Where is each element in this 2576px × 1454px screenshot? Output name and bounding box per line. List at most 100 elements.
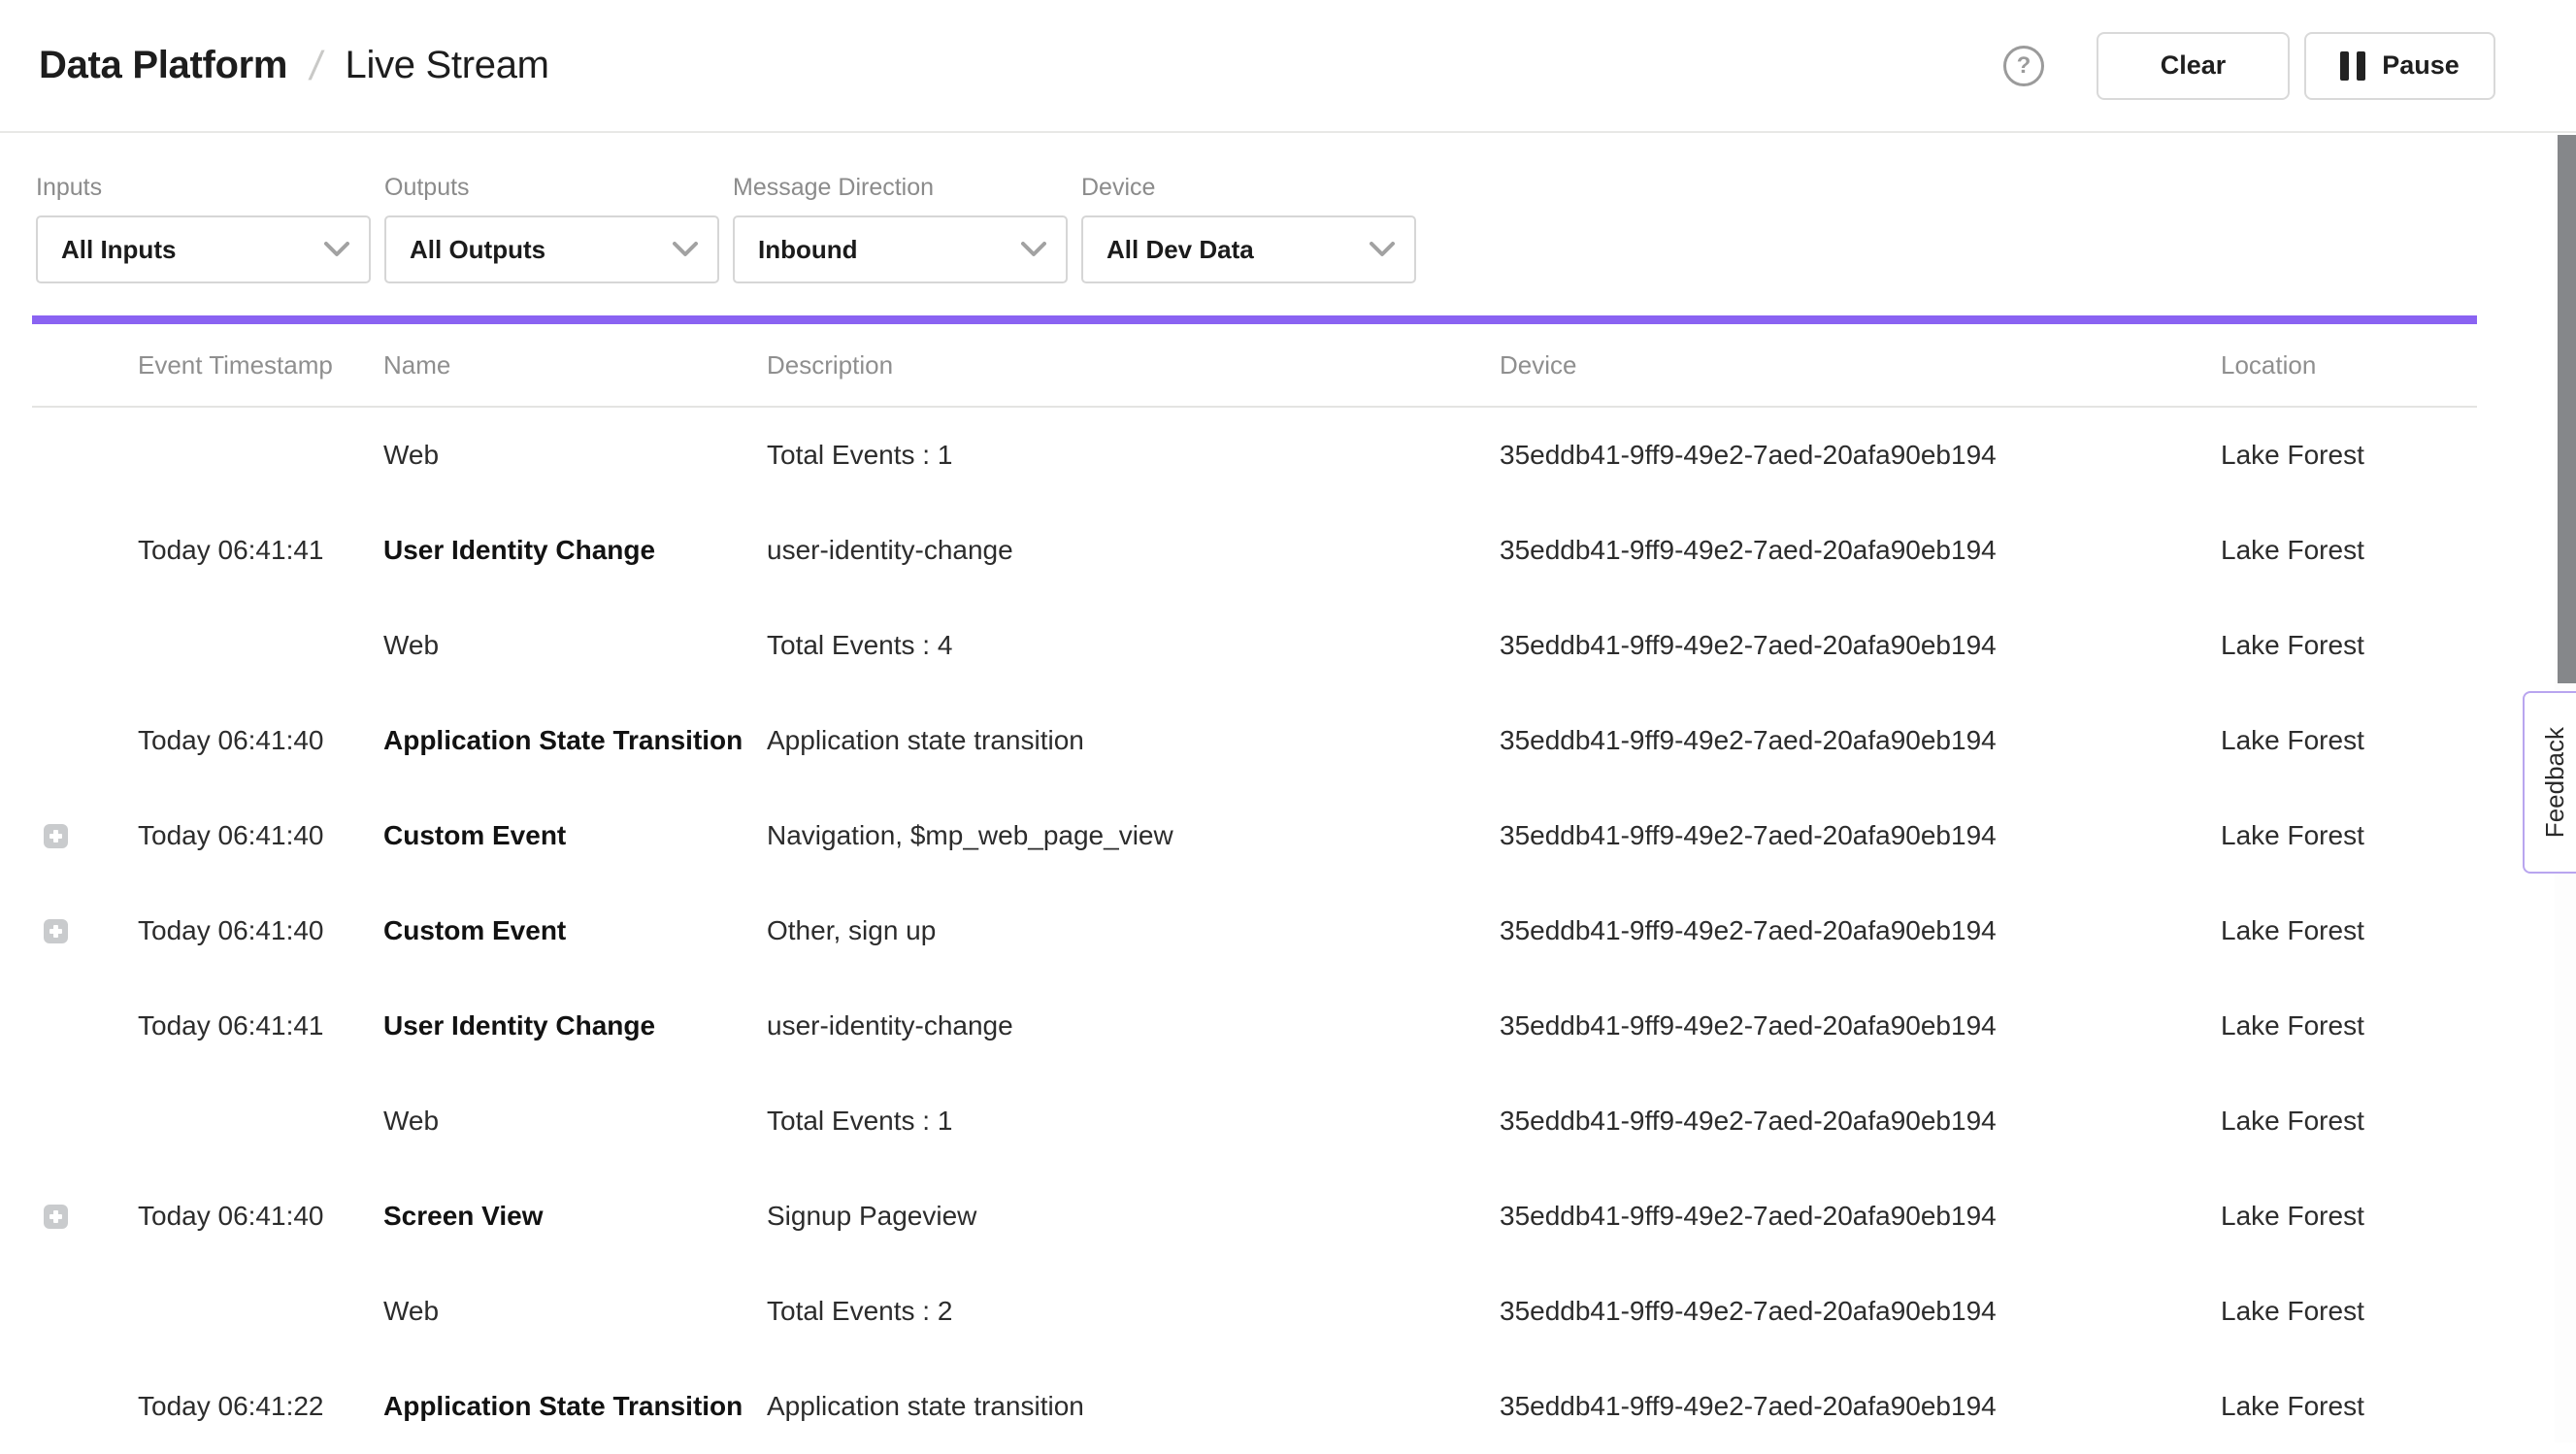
filter-group-inputs: Inputs All Inputs bbox=[36, 174, 371, 283]
expand-cell bbox=[32, 824, 107, 848]
pause-button-label: Pause bbox=[2382, 50, 2460, 81]
table-row[interactable]: Today 06:41:41 User Identity Change user… bbox=[32, 978, 2477, 1074]
breadcrumb-section[interactable]: Data Platform bbox=[39, 44, 287, 87]
message-direction-filter-label: Message Direction bbox=[733, 174, 1068, 202]
expand-cell bbox=[32, 1300, 107, 1324]
filter-group-outputs: Outputs All Outputs bbox=[384, 174, 719, 283]
location-cell: Lake Forest bbox=[2221, 820, 2477, 851]
pause-button[interactable]: Pause bbox=[2304, 32, 2495, 100]
table-row[interactable]: Web Total Events : 1 35eddb41-9ff9-49e2-… bbox=[32, 408, 2477, 503]
event-description-cell: Application state transition bbox=[767, 725, 1500, 756]
filters-bar: Inputs All Inputs Outputs All Outputs Me… bbox=[0, 133, 2576, 283]
location-cell: Lake Forest bbox=[2221, 1201, 2477, 1232]
message-direction-select[interactable]: Inbound bbox=[733, 215, 1068, 283]
device-id-cell: 35eddb41-9ff9-49e2-7aed-20afa90eb194 bbox=[1500, 1201, 2221, 1232]
event-description-cell: Total Events : 1 bbox=[767, 1106, 1500, 1137]
event-timestamp-cell: Today 06:41:40 bbox=[107, 725, 383, 756]
table-row[interactable]: Today 06:41:41 User Identity Change user… bbox=[32, 503, 2477, 598]
event-timestamp-cell: Today 06:41:41 bbox=[107, 535, 383, 566]
column-header-event-timestamp: Event Timestamp bbox=[107, 350, 383, 380]
event-timestamp-cell: Today 06:41:40 bbox=[107, 915, 383, 946]
event-description-cell: Total Events : 2 bbox=[767, 1296, 1500, 1327]
inputs-select[interactable]: All Inputs bbox=[36, 215, 371, 283]
table-row[interactable]: Today 06:41:40 Custom Event Other, sign … bbox=[32, 883, 2477, 978]
device-id-cell: 35eddb41-9ff9-49e2-7aed-20afa90eb194 bbox=[1500, 1391, 2221, 1422]
feedback-tab[interactable]: Feedback bbox=[2523, 691, 2576, 874]
clear-button[interactable]: Clear bbox=[2097, 32, 2290, 100]
column-header-device: Device bbox=[1500, 350, 2221, 380]
device-select[interactable]: All Dev Data bbox=[1081, 215, 1416, 283]
table-row[interactable]: Today 06:41:40 Custom Event Navigation, … bbox=[32, 788, 2477, 883]
event-description-cell: Total Events : 4 bbox=[767, 630, 1500, 661]
event-timestamp-cell: Today 06:41:41 bbox=[107, 1010, 383, 1041]
table-row[interactable]: Today 06:41:22 Application State Transit… bbox=[32, 1359, 2477, 1454]
pause-icon bbox=[2340, 51, 2365, 81]
device-id-cell: 35eddb41-9ff9-49e2-7aed-20afa90eb194 bbox=[1500, 535, 2221, 566]
device-id-cell: 35eddb41-9ff9-49e2-7aed-20afa90eb194 bbox=[1500, 440, 2221, 471]
table-row[interactable]: Today 06:41:40 Application State Transit… bbox=[32, 693, 2477, 788]
event-name-cell: User Identity Change bbox=[383, 535, 767, 566]
chevron-down-icon bbox=[1370, 242, 1395, 257]
chevron-down-icon bbox=[1021, 242, 1046, 257]
location-cell: Lake Forest bbox=[2221, 915, 2477, 946]
table-row[interactable]: Web Total Events : 4 35eddb41-9ff9-49e2-… bbox=[32, 598, 2477, 693]
event-description-cell: Navigation, $mp_web_page_view bbox=[767, 820, 1500, 851]
outputs-select[interactable]: All Outputs bbox=[384, 215, 719, 283]
event-name-cell: Application State Transition bbox=[383, 1391, 767, 1422]
breadcrumb-separator: / bbox=[307, 43, 326, 89]
device-id-cell: 35eddb41-9ff9-49e2-7aed-20afa90eb194 bbox=[1500, 915, 2221, 946]
location-cell: Lake Forest bbox=[2221, 1296, 2477, 1327]
event-description-cell: Total Events : 1 bbox=[767, 440, 1500, 471]
outputs-filter-label: Outputs bbox=[384, 174, 719, 202]
event-name-cell: User Identity Change bbox=[383, 1010, 767, 1041]
device-id-cell: 35eddb41-9ff9-49e2-7aed-20afa90eb194 bbox=[1500, 725, 2221, 756]
device-filter-label: Device bbox=[1081, 174, 1416, 202]
event-description-cell: user-identity-change bbox=[767, 1010, 1500, 1041]
chevron-down-icon bbox=[324, 242, 349, 257]
device-id-cell: 35eddb41-9ff9-49e2-7aed-20afa90eb194 bbox=[1500, 1106, 2221, 1137]
event-name-cell: Web bbox=[383, 1106, 767, 1137]
device-id-cell: 35eddb41-9ff9-49e2-7aed-20afa90eb194 bbox=[1500, 820, 2221, 851]
event-timestamp-cell: Today 06:41:40 bbox=[107, 1201, 383, 1232]
location-cell: Lake Forest bbox=[2221, 535, 2477, 566]
expand-plus-icon[interactable] bbox=[44, 1205, 68, 1229]
table-row[interactable]: Web Total Events : 2 35eddb41-9ff9-49e2-… bbox=[32, 1264, 2477, 1359]
expand-cell bbox=[32, 729, 107, 753]
top-bar: Data Platform / Live Stream ? Clear Paus… bbox=[0, 0, 2576, 133]
expand-plus-icon[interactable] bbox=[44, 919, 68, 943]
table-row[interactable]: Web Total Events : 1 35eddb41-9ff9-49e2-… bbox=[32, 1074, 2477, 1169]
table-row[interactable]: Today 06:41:40 Screen View Signup Pagevi… bbox=[32, 1169, 2477, 1264]
table-header-row: Event Timestamp Name Description Device … bbox=[32, 324, 2477, 408]
accent-bar bbox=[32, 315, 2477, 324]
device-id-cell: 35eddb41-9ff9-49e2-7aed-20afa90eb194 bbox=[1500, 1010, 2221, 1041]
expand-cell bbox=[32, 444, 107, 468]
scrollbar-thumb[interactable] bbox=[2558, 135, 2576, 683]
expand-cell bbox=[32, 634, 107, 658]
expand-cell bbox=[32, 1109, 107, 1134]
event-name-cell: Custom Event bbox=[383, 820, 767, 851]
inputs-select-value: All Inputs bbox=[61, 235, 176, 265]
event-description-cell: Other, sign up bbox=[767, 915, 1500, 946]
expand-plus-icon[interactable] bbox=[44, 824, 68, 848]
filter-group-message-direction: Message Direction Inbound bbox=[733, 174, 1068, 283]
location-cell: Lake Forest bbox=[2221, 630, 2477, 661]
live-stream-table: Event Timestamp Name Description Device … bbox=[32, 324, 2477, 1454]
table-body: Web Total Events : 1 35eddb41-9ff9-49e2-… bbox=[32, 408, 2477, 1454]
device-id-cell: 35eddb41-9ff9-49e2-7aed-20afa90eb194 bbox=[1500, 1296, 2221, 1327]
event-timestamp-cell: Today 06:41:22 bbox=[107, 1391, 383, 1422]
help-icon[interactable]: ? bbox=[2003, 46, 2044, 86]
event-description-cell: Application state transition bbox=[767, 1391, 1500, 1422]
expand-cell bbox=[32, 539, 107, 563]
event-name-cell: Screen View bbox=[383, 1201, 767, 1232]
device-select-value: All Dev Data bbox=[1106, 235, 1254, 265]
inputs-filter-label: Inputs bbox=[36, 174, 371, 202]
chevron-down-icon bbox=[673, 242, 698, 257]
expand-cell bbox=[32, 919, 107, 943]
event-name-cell: Web bbox=[383, 440, 767, 471]
expand-cell bbox=[32, 1205, 107, 1229]
event-name-cell: Custom Event bbox=[383, 915, 767, 946]
breadcrumb: Data Platform / Live Stream bbox=[39, 43, 549, 89]
column-header-location: Location bbox=[2221, 350, 2477, 380]
location-cell: Lake Forest bbox=[2221, 1106, 2477, 1137]
location-cell: Lake Forest bbox=[2221, 1391, 2477, 1422]
